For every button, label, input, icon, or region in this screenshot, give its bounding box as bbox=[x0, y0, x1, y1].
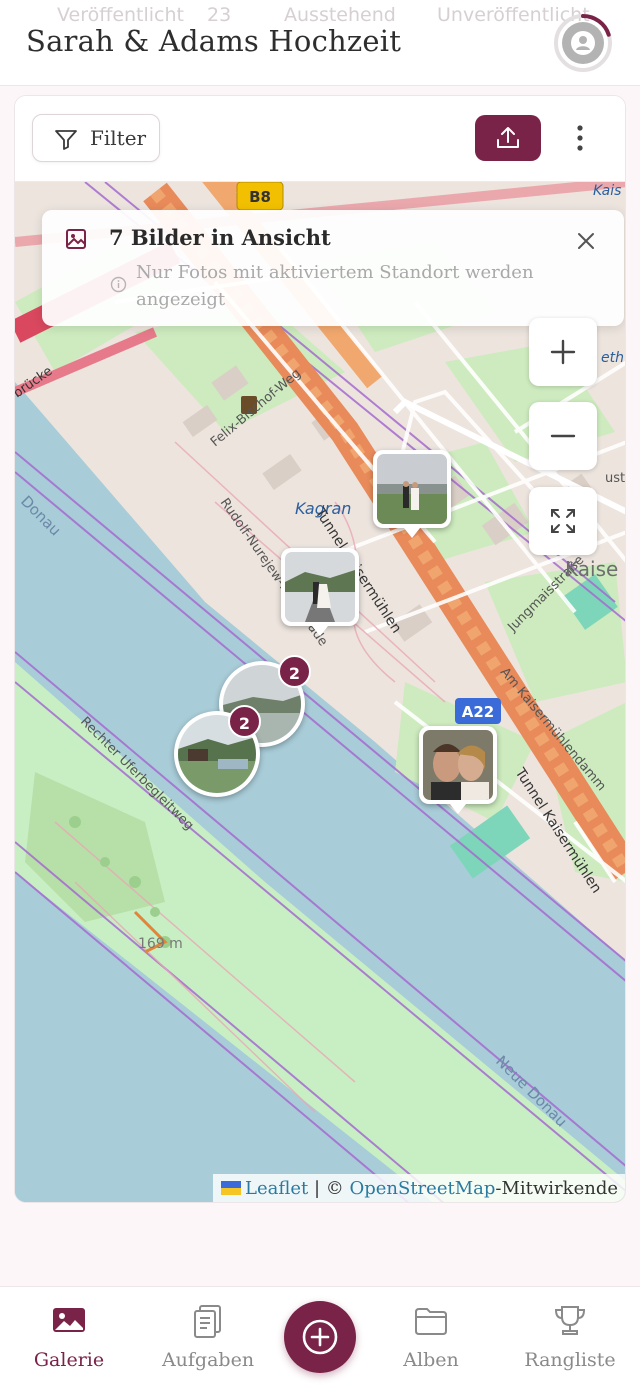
more-options-button[interactable] bbox=[565, 120, 595, 156]
more-vertical-icon bbox=[577, 125, 583, 151]
avatar[interactable] bbox=[553, 13, 613, 73]
minus-icon bbox=[550, 434, 576, 438]
add-circle-icon bbox=[302, 1319, 338, 1355]
photo-marker[interactable] bbox=[373, 450, 451, 538]
bottom-nav: Galerie Aufgaben Alben Rangliste bbox=[0, 1286, 640, 1385]
filter-button[interactable]: Filter bbox=[32, 114, 160, 162]
upload-button[interactable] bbox=[475, 115, 541, 161]
road-shield-a22: A22 bbox=[462, 703, 494, 721]
app-header: Veröffentlicht 23 Ausstehend Unveröffent… bbox=[0, 0, 640, 86]
cluster-count-badge: 2 bbox=[278, 655, 311, 688]
map-label-kaise: Kaise bbox=[565, 557, 618, 581]
ukraine-flag-icon bbox=[221, 1181, 241, 1195]
close-icon[interactable] bbox=[575, 230, 597, 252]
plus-icon bbox=[550, 339, 576, 365]
fullscreen-button[interactable] bbox=[529, 487, 597, 555]
trophy-icon bbox=[554, 1306, 586, 1335]
map-label-elevation: 169 m bbox=[138, 936, 183, 952]
filter-label: Filter bbox=[90, 126, 147, 150]
nav-item-rangliste[interactable]: Rangliste bbox=[506, 1287, 634, 1385]
photo-map[interactable]: B8 A22 Kagran Felix-Bischof-Weg Rudolf-N… bbox=[15, 182, 626, 1202]
zoom-in-button[interactable] bbox=[529, 318, 597, 386]
nav-label: Aufgaben bbox=[161, 1349, 255, 1371]
zoom-out-button[interactable] bbox=[529, 402, 597, 470]
upload-icon bbox=[497, 127, 519, 148]
photo-thumbnail bbox=[377, 454, 447, 524]
nav-item-galerie[interactable]: Galerie bbox=[5, 1287, 133, 1385]
stat-published-count: 23 bbox=[207, 4, 232, 26]
folder-icon bbox=[415, 1308, 447, 1335]
cluster-count-badge: 2 bbox=[228, 705, 261, 738]
photo-cluster-marker[interactable]: 2 bbox=[174, 705, 261, 797]
photo-thumbnail bbox=[423, 730, 493, 800]
photo-marker[interactable] bbox=[281, 548, 359, 636]
stat-pending-label[interactable]: Ausstehend bbox=[284, 4, 396, 26]
gallery-icon bbox=[53, 1308, 85, 1332]
map-attribution: Leaflet | © OpenStreetMap-Mitwirkende bbox=[213, 1174, 625, 1202]
banner-title: 7 Bilder in Ansicht bbox=[109, 225, 331, 250]
nav-label: Galerie bbox=[33, 1349, 105, 1371]
gallery-card: Filter B8 A22 Kagran Felix-Bischof-Weg R… bbox=[14, 95, 626, 1203]
photo-marker[interactable] bbox=[419, 726, 497, 814]
osm-link[interactable]: OpenStreetMap bbox=[349, 1178, 495, 1199]
add-photo-button[interactable] bbox=[284, 1301, 356, 1373]
nav-item-aufgaben[interactable]: Aufgaben bbox=[144, 1287, 272, 1385]
info-icon bbox=[110, 276, 127, 293]
images-in-view-banner: 7 Bilder in Ansicht Nur Fotos mit aktivi… bbox=[42, 210, 624, 326]
attribution-suffix: -Mitwirkende bbox=[495, 1178, 618, 1199]
toolbar: Filter bbox=[15, 96, 625, 182]
attribution-separator: | © bbox=[308, 1178, 350, 1199]
nav-item-alben[interactable]: Alben bbox=[367, 1287, 495, 1385]
map-label-eth: eth bbox=[601, 350, 624, 366]
image-icon bbox=[66, 229, 86, 249]
nav-label: Rangliste bbox=[524, 1349, 616, 1371]
user-avatar-icon bbox=[554, 14, 612, 72]
tasks-clipboard-icon bbox=[194, 1305, 221, 1338]
photo-thumbnail bbox=[285, 552, 355, 622]
stat-published-label[interactable]: Veröffentlicht bbox=[57, 4, 184, 26]
map-label-ustr: ustr bbox=[605, 471, 626, 486]
banner-subtitle: Nur Fotos mit aktiviertem Standort werde… bbox=[136, 262, 534, 310]
leaflet-link[interactable]: Leaflet bbox=[245, 1178, 308, 1199]
page-title: Sarah & Adams Hochzeit bbox=[26, 24, 402, 58]
nav-label: Alben bbox=[403, 1349, 459, 1371]
road-shield-b8: B8 bbox=[249, 188, 271, 206]
fullscreen-icon bbox=[551, 509, 575, 533]
filter-funnel-icon bbox=[55, 130, 77, 150]
map-label-kaise-top: Kais bbox=[593, 183, 621, 199]
